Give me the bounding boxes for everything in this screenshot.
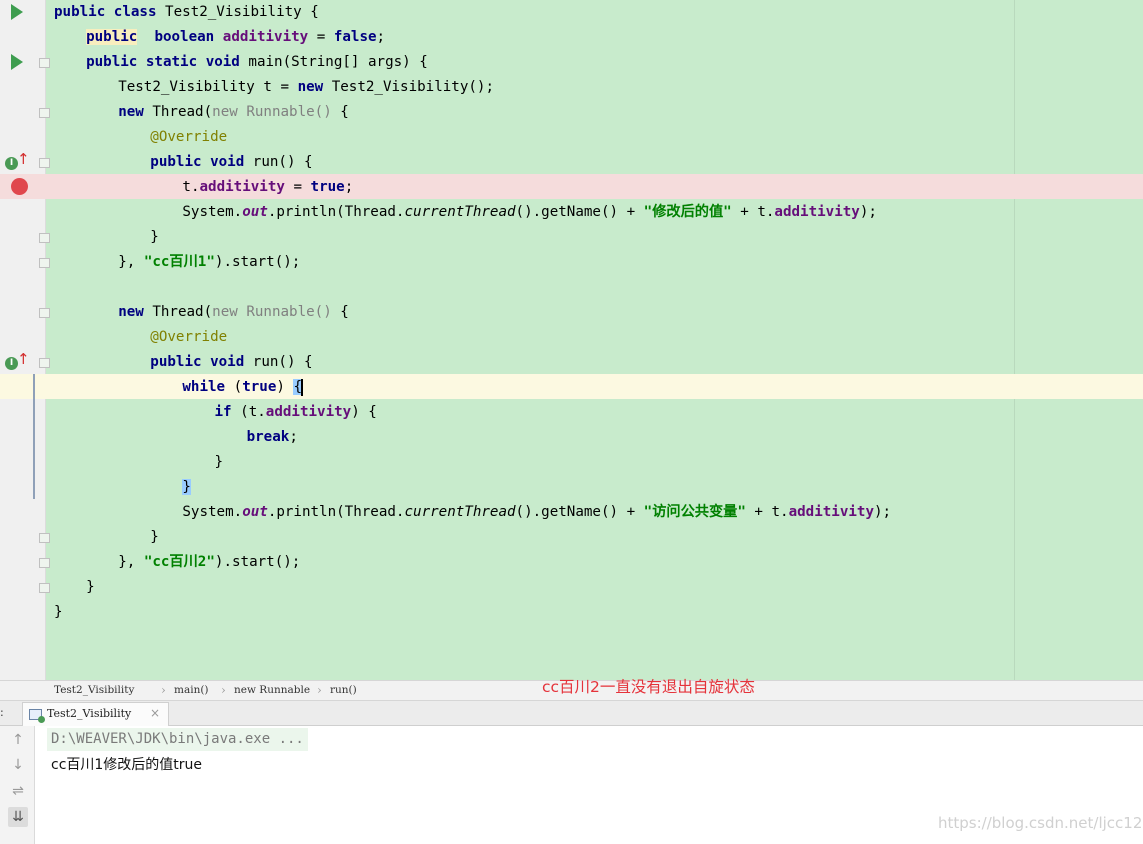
console-panel[interactable]: ↑ ↓ ⇌ ⇊ D:\WEAVER\JDK\bin\java.exe ... c… bbox=[0, 726, 1143, 844]
code-line[interactable]: }, "cc百川1").start(); bbox=[118, 250, 300, 275]
run-tab-label: Test2_Visibility bbox=[47, 707, 132, 720]
fold-marker-icon[interactable] bbox=[39, 108, 50, 118]
fold-marker-icon[interactable] bbox=[39, 58, 50, 68]
breadcrumb-item[interactable]: main() bbox=[174, 684, 209, 696]
code-line[interactable]: if (t.additivity) { bbox=[215, 400, 377, 425]
fold-marker-icon[interactable] bbox=[39, 258, 50, 268]
scope-indicator bbox=[33, 374, 35, 499]
run-config-tab[interactable]: Test2_Visibility × bbox=[22, 702, 169, 726]
soft-wrap-icon[interactable]: ⇌ bbox=[8, 781, 28, 801]
close-tab-icon[interactable]: × bbox=[150, 706, 160, 720]
run-class-icon[interactable] bbox=[11, 4, 23, 20]
code-line[interactable]: public boolean additivity = false; bbox=[86, 25, 385, 50]
code-line[interactable]: public void run() { bbox=[150, 350, 312, 375]
override-arrow-icon[interactable]: ↑ bbox=[17, 152, 30, 167]
breakpoint-icon[interactable] bbox=[11, 178, 28, 195]
annotation-text: cc百川2一直没有退出自旋状态 bbox=[542, 678, 755, 696]
code-line[interactable]: Test2_Visibility t = new Test2_Visibilit… bbox=[118, 75, 494, 100]
watermark: https://blog.csdn.net/ljcc122 bbox=[938, 814, 1143, 832]
code-line[interactable]: public class Test2_Visibility { bbox=[54, 0, 319, 25]
breadcrumb-separator-icon: › bbox=[221, 683, 226, 697]
code-line[interactable]: } bbox=[215, 450, 224, 475]
code-line[interactable]: @Override bbox=[150, 125, 227, 150]
scroll-down-icon[interactable]: ↓ bbox=[8, 755, 28, 775]
code-line[interactable]: System.out.println(Thread.currentThread(… bbox=[182, 500, 891, 525]
console-output-line: cc百川1修改后的值true bbox=[51, 757, 203, 773]
run-main-icon[interactable] bbox=[11, 54, 23, 70]
fold-marker-icon[interactable] bbox=[39, 533, 50, 543]
scroll-to-end-icon[interactable]: ⇊ bbox=[8, 807, 28, 827]
code-line[interactable]: } bbox=[86, 575, 95, 600]
run-config-icon bbox=[29, 709, 45, 723]
code-line[interactable]: new Thread(new Runnable() { bbox=[118, 300, 349, 325]
code-line[interactable]: while (true) { bbox=[182, 375, 304, 400]
fold-marker-icon[interactable] bbox=[39, 583, 50, 593]
fold-marker-icon[interactable] bbox=[39, 358, 50, 368]
code-line[interactable]: }, "cc百川2").start(); bbox=[118, 550, 300, 575]
breakpoint-line-highlight bbox=[0, 174, 1143, 199]
tool-window-label: : bbox=[0, 706, 4, 719]
override-arrow-icon[interactable]: ↑ bbox=[17, 352, 30, 367]
text-caret bbox=[301, 378, 304, 396]
breadcrumb-separator-icon: › bbox=[161, 683, 166, 697]
code-line[interactable]: t.additivity = true; bbox=[182, 175, 353, 200]
fold-marker-icon[interactable] bbox=[39, 308, 50, 318]
code-line[interactable]: } bbox=[150, 525, 159, 550]
code-line[interactable]: break; bbox=[247, 425, 298, 450]
code-line[interactable]: } bbox=[182, 475, 191, 500]
breadcrumb-item[interactable]: new Runnable bbox=[234, 684, 310, 696]
breadcrumb-item[interactable]: Test2_Visibility bbox=[54, 684, 134, 696]
code-editor[interactable]: I ↑ I ↑ public class Test2_Visibility {p… bbox=[0, 0, 1143, 680]
code-line[interactable]: } bbox=[150, 225, 159, 250]
console-toolbar: ↑ ↓ ⇌ ⇊ bbox=[0, 726, 35, 844]
code-line[interactable]: System.out.println(Thread.currentThread(… bbox=[182, 200, 877, 225]
code-line[interactable]: public void run() { bbox=[150, 150, 312, 175]
fold-marker-icon[interactable] bbox=[39, 158, 50, 168]
fold-marker-icon[interactable] bbox=[39, 558, 50, 568]
code-line[interactable]: public static void main(String[] args) { bbox=[86, 50, 428, 75]
editor-gutter[interactable] bbox=[0, 0, 46, 680]
run-tool-tabbar: : Test2_Visibility × bbox=[0, 701, 1143, 726]
scroll-up-icon[interactable]: ↑ bbox=[8, 730, 28, 750]
fold-marker-icon[interactable] bbox=[39, 233, 50, 243]
breadcrumb-item[interactable]: run() bbox=[330, 684, 357, 696]
code-line[interactable]: } bbox=[54, 600, 63, 625]
code-line[interactable]: new Thread(new Runnable() { bbox=[118, 100, 349, 125]
breadcrumb-separator-icon: › bbox=[317, 683, 322, 697]
code-line[interactable]: @Override bbox=[150, 325, 227, 350]
right-margin-guide bbox=[1014, 0, 1015, 680]
caret-line-highlight bbox=[0, 374, 1143, 399]
console-command-line: D:\WEAVER\JDK\bin\java.exe ... bbox=[47, 728, 308, 751]
